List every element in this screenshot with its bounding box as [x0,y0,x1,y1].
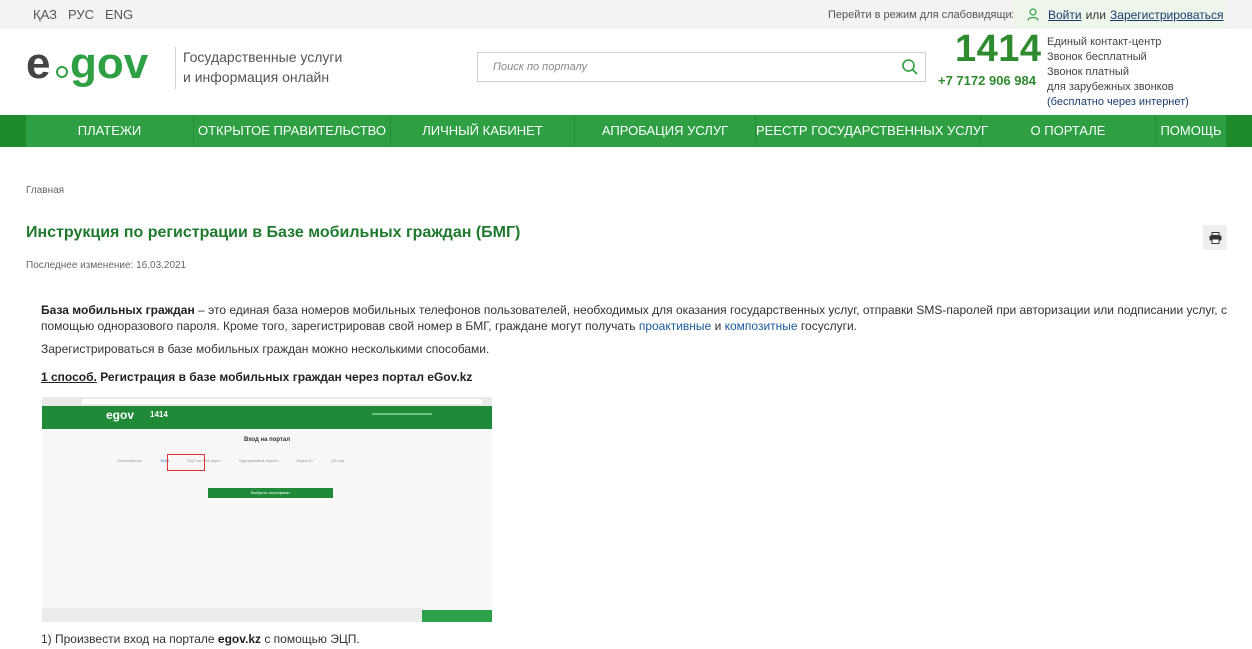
visually-impaired-link[interactable]: Перейти в режим для слабовидящих [828,9,1017,21]
screenshot-tab: QR-код [330,458,345,463]
step1-label: 1 способ. [41,370,97,384]
search-icon[interactable] [901,58,919,76]
egov-logo[interactable]: e gov [26,40,168,94]
search-input[interactable] [478,53,878,81]
login-screenshot-image: egov 1414 Вход на портал Логин/пароль ЭЦ… [42,397,492,622]
step1-title: Регистрация в базе мобильных граждан чер… [96,370,473,384]
main-nav: ПЛАТЕЖИ ОТКРЫТОЕ ПРАВИТЕЛЬСТВО ЛИЧНЫЙ КА… [0,115,1252,147]
svg-text:e: e [26,40,50,88]
logo-divider [175,47,176,89]
screenshot-highlight-box [167,454,205,471]
screenshot-footer-button [422,610,492,622]
lang-eng[interactable]: ENG [105,7,133,22]
contact-line: для зарубежных звонков [1047,81,1174,93]
site-tagline: Государственные услуги и информация онла… [183,47,342,87]
step1-caption: 1) Произвести вход на портале egov.kz с … [41,632,360,646]
nav-item-payments[interactable]: ПЛАТЕЖИ [26,115,194,147]
login-link[interactable]: Войти [1048,8,1082,22]
intro-text: – это единая база номеров мобильных теле… [41,303,1227,333]
or-text: или [1085,7,1107,22]
screenshot-tab: Одноразовый пароль [238,458,279,463]
nav-item-about[interactable]: О ПОРТАЛЕ [981,115,1156,147]
contact-line-free[interactable]: (бесплатно через интернет) [1047,95,1189,110]
intro-paragraph: База мобильных граждан – это единая база… [41,302,1227,334]
print-icon [1209,231,1221,244]
user-icon [1027,8,1039,21]
screenshot-number: 1414 [150,410,168,419]
last-modified: Последнее изменение: 16.03.2021 [26,260,187,271]
screenshot-title: Вход на портал [243,437,291,443]
nav-item-open-government[interactable]: ОТКРЫТОЕ ПРАВИТЕЛЬСТВО [194,115,391,147]
screenshot-select-cert-button: Выбрать сертификат [208,488,333,498]
svg-text:gov: gov [70,40,149,88]
nav-item-help[interactable]: ПОМОЩЬ [1156,115,1226,147]
caption-site: egov.kz [217,632,262,646]
and-text: и [711,319,725,333]
contact-line: Звонок платный [1047,66,1129,78]
screenshot-url-bar [82,399,482,404]
tagline-line2: и информация онлайн [183,69,330,85]
ways-paragraph: Зарегистрироваться в базе мобильных граж… [41,342,490,356]
screenshot-footer [42,608,422,622]
breadcrumb[interactable]: Главная [26,185,64,196]
nav-item-service-registry[interactable]: РЕЕСТР ГОСУДАРСТВЕННЫХ УСЛУГ [756,115,988,147]
caption-post: с помощью ЭЦП. [261,632,360,646]
print-button[interactable] [1203,225,1227,250]
paid-phone-number[interactable]: +7 7172 906 984 [938,73,1036,88]
contact-line: Единый контакт-центр [1047,36,1162,48]
contact-center-number[interactable]: 1414 [955,28,1042,71]
screenshot-tab: Логин/пароль [117,458,143,463]
nav-item-personal-cabinet[interactable]: ЛИЧНЫЙ КАБИНЕТ [391,115,575,147]
contact-line: Звонок бесплатный [1047,51,1147,63]
language-switcher: ҚАЗ РУС ENG [33,7,144,22]
screenshot-logo: egov [106,408,135,422]
lang-kaz[interactable]: ҚАЗ [33,7,57,22]
proactive-link[interactable]: проактивные [639,319,711,333]
screenshot-tab: Digital ID [296,458,313,463]
screenshot-tabs: Логин/пароль ЭЦП ЭЦП на SIM-карте Однора… [117,458,344,463]
lang-rus[interactable]: РУС [68,7,94,22]
register-link[interactable]: Зарегистрироваться [1110,8,1223,22]
main-nav-inner: ПЛАТЕЖИ ОТКРЫТОЕ ПРАВИТЕЛЬСТВО ЛИЧНЫЙ КА… [26,115,1226,147]
step1-heading: 1 способ. Регистрация в базе мобильных г… [41,370,472,384]
screenshot-header-links [372,413,432,415]
tagline-line1: Государственные услуги [183,49,343,65]
intro-end: госуслуги. [797,319,857,333]
caption-pre: 1) Произвести вход на портале [41,632,218,646]
search-box [477,52,926,82]
composite-link[interactable]: композитные [725,319,798,333]
bmg-term: База мобильных граждан [41,303,195,317]
nav-item-service-testing[interactable]: АПРОБАЦИЯ УСЛУГ [575,115,756,147]
auth-box: Войти или Зарегистрироваться [1013,0,1225,29]
contact-info: Единый контакт-центр Звонок бесплатный З… [1047,35,1189,110]
page-title: Инструкция по регистрации в Базе мобильн… [26,224,521,241]
top-bar: ҚАЗ РУС ENG Перейти в режим для слабовид… [0,0,1252,29]
